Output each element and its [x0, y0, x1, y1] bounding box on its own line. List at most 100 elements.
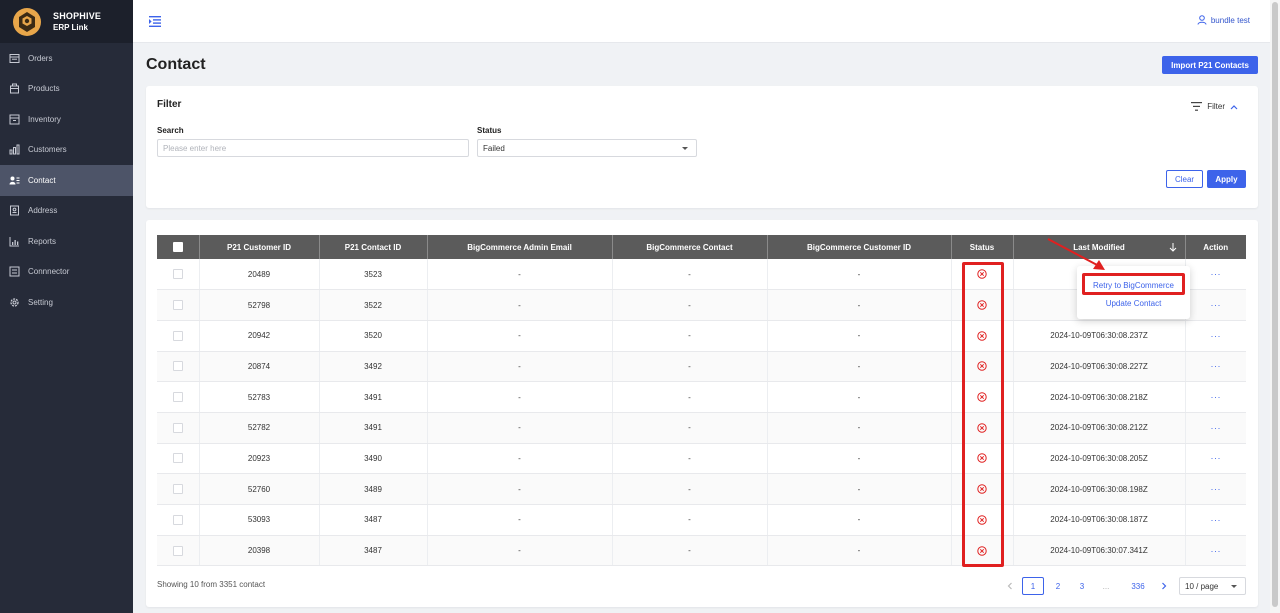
more-actions-button[interactable]: ···	[1211, 361, 1222, 371]
more-actions-button[interactable]: ···	[1211, 300, 1222, 310]
p21-contact-id-cell: 3522	[319, 289, 428, 321]
row-select-cell	[157, 412, 200, 444]
update-contact-item[interactable]: Update Contact	[1077, 299, 1190, 308]
p21-contact-id-cell: 3491	[319, 412, 428, 444]
page-button-3[interactable]: 3	[1073, 577, 1091, 595]
filter-toggle[interactable]: Filter	[1191, 102, 1238, 111]
sidebar-item-label: Setting	[28, 297, 53, 307]
sidebar-item-label: Reports	[28, 236, 57, 246]
last-modified-cell: 2024-10-09T06:30:08.198Z	[1013, 473, 1186, 505]
top-header: bundle test	[133, 0, 1270, 43]
clear-button[interactable]: Clear	[1166, 170, 1203, 188]
page-button-1[interactable]: 1	[1022, 577, 1044, 595]
page-scrollbar[interactable]	[1270, 0, 1280, 613]
row-checkbox[interactable]	[172, 545, 183, 556]
more-actions-button[interactable]: ···	[1211, 484, 1222, 494]
more-actions-button[interactable]: ···	[1211, 423, 1222, 433]
sidebar-item-orders[interactable]: Orders	[0, 43, 133, 74]
last-modified-cell: 2024-10-09T06:30:07.341Z	[1013, 535, 1186, 567]
row-checkbox[interactable]	[172, 361, 183, 372]
sidebar-item-label: Address	[28, 206, 58, 216]
filter-panel: Filter Filter Search Please enter here S…	[146, 86, 1258, 208]
action-cell: ···	[1185, 320, 1246, 352]
last-modified-cell: 2024-10-09T06:30:08.205Z	[1013, 443, 1186, 475]
bc-contact-cell: -	[612, 259, 768, 291]
p21-contact-id-cell: 3523	[319, 259, 428, 291]
prev-page-button[interactable]	[1003, 577, 1017, 595]
action-cell: ···	[1185, 473, 1246, 505]
column-header: BigCommerce Admin Email	[427, 235, 613, 259]
sort-descending-icon[interactable]	[1169, 243, 1177, 252]
select-all-checkbox[interactable]	[172, 242, 183, 252]
sidebar-item-label: Contact	[28, 175, 56, 185]
sidebar-item-products[interactable]: Products	[0, 74, 133, 105]
sidebar-item-label: Customers	[28, 145, 67, 155]
p21-contact-id-cell: 3492	[319, 351, 428, 383]
more-actions-button[interactable]: ···	[1211, 515, 1222, 525]
more-actions-button[interactable]: ···	[1211, 269, 1222, 279]
scrollbar-thumb[interactable]	[1272, 2, 1278, 607]
row-checkbox[interactable]	[172, 453, 183, 464]
table-row: 53093 3487- - -2024-10-09T06:30:08.187Z ···	[157, 504, 1246, 536]
action-cell: ···	[1185, 504, 1246, 536]
page-button-last[interactable]: 336	[1126, 577, 1150, 595]
row-checkbox[interactable]	[172, 484, 183, 495]
action-cell: ···	[1185, 381, 1246, 413]
bc-customer-id-cell: -	[767, 473, 952, 505]
gear-icon	[10, 298, 19, 307]
more-actions-button[interactable]: ···	[1211, 392, 1222, 402]
p21-customer-id-cell: 52783	[199, 381, 320, 413]
p21-contact-id-cell: 3487	[319, 535, 428, 567]
apply-button[interactable]: Apply	[1207, 170, 1246, 188]
row-select-cell	[157, 443, 200, 475]
row-select-cell	[157, 381, 200, 413]
bc-contact-cell: -	[612, 381, 768, 413]
more-actions-button[interactable]: ···	[1211, 453, 1222, 463]
more-actions-button[interactable]: ···	[1211, 546, 1222, 556]
row-checkbox[interactable]	[172, 422, 183, 433]
next-page-button[interactable]	[1157, 577, 1171, 595]
row-checkbox[interactable]	[172, 330, 183, 341]
bc-admin-email-cell: -	[427, 473, 613, 505]
page-ellipsis[interactable]: ...	[1097, 577, 1115, 595]
sidebar-item-connnector[interactable]: Connnector	[0, 257, 133, 288]
p21-customer-id-cell: 20923	[199, 443, 320, 475]
reports-icon	[9, 236, 19, 247]
bc-customer-id-cell: -	[767, 289, 952, 321]
caret-down-icon	[1231, 585, 1237, 588]
row-checkbox[interactable]	[172, 300, 183, 311]
page-size-value: 10 / page	[1185, 581, 1219, 591]
search-input[interactable]: Please enter here	[157, 139, 469, 157]
row-select-cell	[157, 259, 200, 291]
filter-toggle-label: Filter	[1207, 102, 1225, 111]
sidebar-nav: Orders Products Inventory Customers Contact A…	[0, 43, 133, 318]
page-size-select[interactable]: 10 / page	[1179, 577, 1246, 595]
p21-customer-id-cell: 53093	[199, 504, 320, 536]
row-checkbox[interactable]	[172, 269, 183, 280]
bc-admin-email-cell: -	[427, 289, 613, 321]
filter-icon	[1191, 102, 1203, 111]
action-cell: ···	[1185, 351, 1246, 383]
more-actions-button[interactable]: ···	[1211, 331, 1222, 341]
row-select-cell	[157, 351, 200, 383]
page-button-2[interactable]: 2	[1049, 577, 1067, 595]
sidebar-item-customers[interactable]: Customers	[0, 135, 133, 166]
import-p21-contacts-button[interactable]: Import P21 Contacts	[1162, 56, 1258, 74]
sidebar-item-inventory[interactable]: Inventory	[0, 104, 133, 135]
bc-customer-id-cell: -	[767, 259, 952, 291]
last-modified-cell: 2024-10-09T06:30:08.218Z	[1013, 381, 1186, 413]
bc-admin-email-cell: -	[427, 535, 613, 567]
sidebar-item-reports[interactable]: Reports	[0, 226, 133, 257]
status-select[interactable]: Failed	[477, 139, 697, 157]
row-checkbox[interactable]	[172, 392, 183, 403]
menu-collapse-icon[interactable]	[149, 16, 161, 27]
brand[interactable]: SHOPHIVE ERP Link	[0, 0, 133, 43]
sidebar-item-setting[interactable]: Setting	[0, 287, 133, 318]
user-menu[interactable]: bundle test	[1197, 15, 1250, 25]
sidebar-item-address[interactable]: Address	[0, 196, 133, 227]
p21-contact-id-cell: 3491	[319, 381, 428, 413]
row-checkbox[interactable]	[172, 514, 183, 525]
sidebar-item-contact[interactable]: Contact	[0, 165, 133, 196]
search-label: Search	[157, 126, 184, 135]
select-all-header[interactable]	[157, 235, 200, 259]
